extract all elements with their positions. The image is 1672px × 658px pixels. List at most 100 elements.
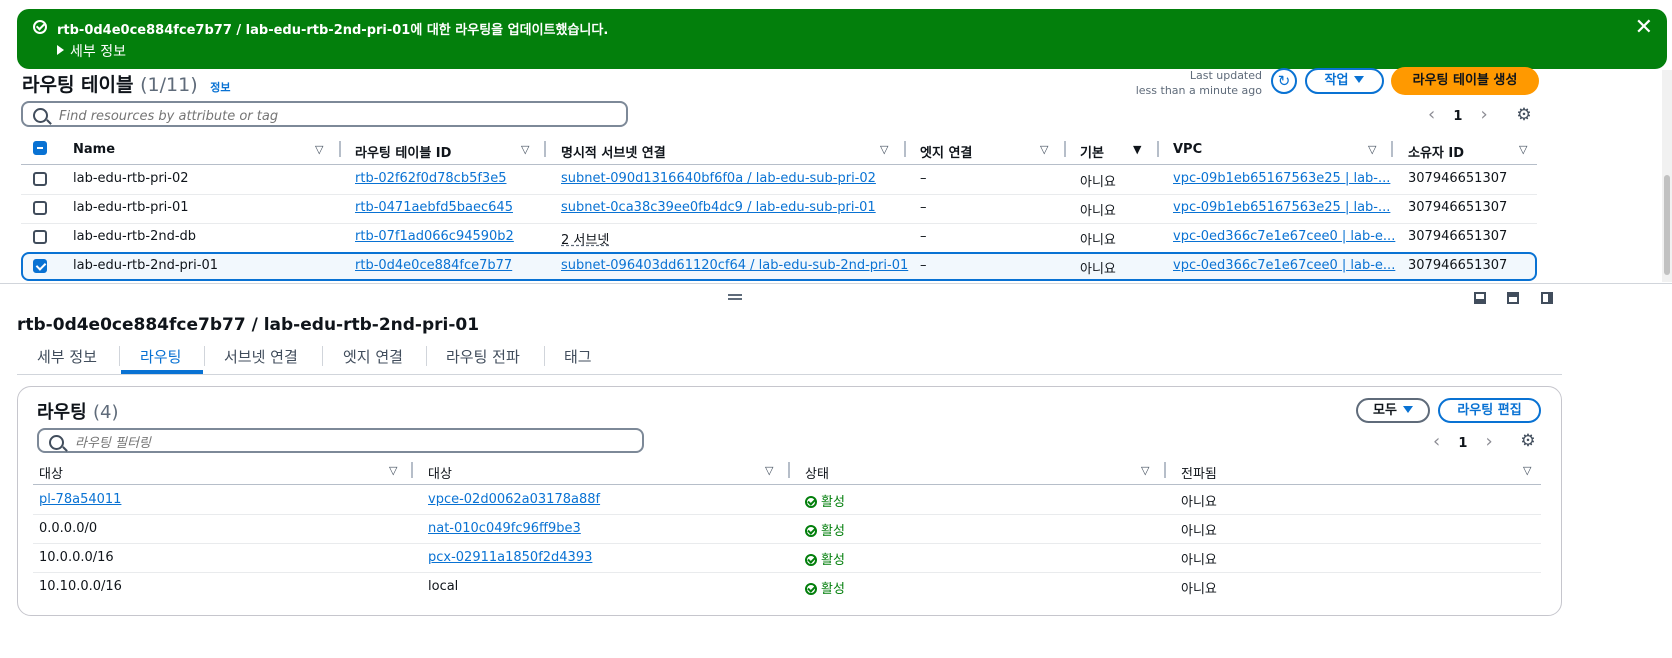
column-divider[interactable] xyxy=(411,462,413,478)
filter-all-dropdown[interactable]: 모두 xyxy=(1356,398,1430,423)
routes-pagination: ‹ 1 › xyxy=(1433,431,1493,452)
info-link[interactable]: 정보 xyxy=(210,81,230,94)
col-propagated[interactable]: 전파됨 xyxy=(1181,463,1217,482)
search-input[interactable] xyxy=(57,105,544,127)
status-badge: 활성 xyxy=(805,491,845,510)
vpc-link[interactable]: vpc-09b1eb65167563e25 | lab-... xyxy=(1173,171,1390,186)
target-link[interactable]: vpce-02d0062a03178a88f xyxy=(428,492,600,507)
route-table-id-link[interactable]: rtb-0d4e0ce884fce7b77 xyxy=(355,258,512,273)
edit-routes-button[interactable]: 라우팅 편집 xyxy=(1438,398,1541,423)
route-table-id-link[interactable]: rtb-02f62f0d78cb5f3e5 xyxy=(355,171,506,186)
next-page-icon[interactable]: › xyxy=(1481,104,1488,125)
column-divider[interactable] xyxy=(1157,141,1159,157)
route-table-id-link[interactable]: rtb-0471aebfd5baec645 xyxy=(355,200,513,215)
select-all-checkbox[interactable] xyxy=(33,141,47,155)
subnet-link[interactable]: subnet-090d1316640bf6f0a / lab-edu-sub-p… xyxy=(561,171,876,186)
column-divider[interactable] xyxy=(788,462,790,478)
page-number[interactable]: 1 xyxy=(1453,109,1462,124)
col-name[interactable]: Name xyxy=(73,142,115,157)
route-table-id-link[interactable]: rtb-07f1ad066c94590b2 xyxy=(355,229,514,244)
row-checkbox[interactable] xyxy=(33,230,47,244)
sort-icon[interactable]: ▽ xyxy=(315,143,323,156)
destination-link[interactable]: pl-78a54011 xyxy=(39,492,121,507)
row-name: lab-edu-rtb-pri-01 xyxy=(73,200,189,215)
refresh-icon[interactable]: ↻ xyxy=(1271,68,1297,94)
page-number[interactable]: 1 xyxy=(1458,436,1467,451)
destination-value: 0.0.0.0/0 xyxy=(39,521,98,536)
settings-gear-icon[interactable]: ⚙ xyxy=(1519,432,1537,450)
column-divider[interactable] xyxy=(339,141,341,157)
detail-title: rtb-0d4e0ce884fce7b77 / lab-edu-rtb-2nd-… xyxy=(17,315,480,335)
target-link[interactable]: pcx-02911a1850f2d4393 xyxy=(428,550,592,565)
sort-icon[interactable]: ▽ xyxy=(1523,464,1531,477)
column-divider[interactable] xyxy=(904,141,906,157)
sort-active-icon[interactable]: ▼ xyxy=(1133,143,1141,156)
col-route-table-id[interactable]: 라우팅 테이블 ID xyxy=(355,142,451,161)
sort-icon[interactable]: ▽ xyxy=(521,143,529,156)
panel-side-icon[interactable] xyxy=(1507,292,1519,304)
col-target[interactable]: 대상 xyxy=(428,463,452,482)
tab-tags[interactable]: 태그 xyxy=(564,346,592,367)
actions-button[interactable]: 작업 xyxy=(1305,68,1384,94)
resource-search[interactable] xyxy=(21,101,628,127)
target-link[interactable]: nat-010c049fc96ff9be3 xyxy=(428,521,581,536)
next-page-icon[interactable]: › xyxy=(1486,431,1493,452)
row-checkbox[interactable] xyxy=(33,201,47,215)
edge-value: – xyxy=(920,171,927,186)
pagination: ‹ 1 › xyxy=(1428,104,1488,125)
column-divider[interactable] xyxy=(1064,141,1066,157)
scrollbar-thumb[interactable] xyxy=(1664,175,1670,275)
vpc-link[interactable]: vpc-0ed366c7e1e67cee0 | lab-e... xyxy=(1173,258,1395,273)
sort-icon[interactable]: ▽ xyxy=(765,464,773,477)
subnet-count[interactable]: 2 서브넷 xyxy=(561,229,609,248)
propagated-value: 아니요 xyxy=(1181,553,1217,568)
propagated-value: 아니요 xyxy=(1181,524,1217,539)
sort-icon[interactable]: ▽ xyxy=(1368,143,1376,156)
active-tab-indicator xyxy=(121,370,203,374)
column-divider[interactable] xyxy=(544,141,546,157)
sort-icon[interactable]: ▽ xyxy=(1519,143,1527,156)
row-checkbox[interactable] xyxy=(33,172,47,186)
sort-icon[interactable]: ▽ xyxy=(1141,464,1149,477)
row-name: lab-edu-rtb-pri-02 xyxy=(73,171,189,186)
column-divider[interactable] xyxy=(1164,462,1166,478)
tab-details[interactable]: 세부 정보 xyxy=(37,346,97,367)
subnet-link[interactable]: subnet-0ca38c39ee0fb4dc9 / lab-edu-sub-p… xyxy=(561,200,876,215)
resize-handle-icon[interactable] xyxy=(728,294,742,300)
prev-page-icon[interactable]: ‹ xyxy=(1428,104,1435,125)
col-status[interactable]: 상태 xyxy=(805,463,829,482)
sort-icon[interactable]: ▽ xyxy=(1040,143,1048,156)
routes-count: (4) xyxy=(92,402,119,423)
col-explicit-subnet[interactable]: 명시적 서브넷 연결 xyxy=(561,142,666,161)
table-scrollbar[interactable] xyxy=(1662,70,1672,282)
routes-search[interactable] xyxy=(37,428,644,454)
row-divider xyxy=(21,194,1537,195)
tab-edge-associations[interactable]: 엣지 연결 xyxy=(343,346,403,367)
create-route-table-button[interactable]: 라우팅 테이블 생성 xyxy=(1391,67,1539,95)
col-owner-id[interactable]: 소유자 ID xyxy=(1408,142,1464,161)
tab-subnet-associations[interactable]: 서브넷 연결 xyxy=(224,346,298,367)
detail-tabs: 세부 정보 라우팅 서브넷 연결 엣지 연결 라우팅 전파 태그 xyxy=(17,342,1562,375)
col-main[interactable]: 기본 xyxy=(1080,142,1104,161)
row-checkbox[interactable] xyxy=(33,259,47,273)
tab-route-propagation[interactable]: 라우팅 전파 xyxy=(446,346,520,367)
sort-icon[interactable]: ▽ xyxy=(880,143,888,156)
status-badge: 활성 xyxy=(805,578,845,597)
col-vpc[interactable]: VPC xyxy=(1173,142,1202,157)
column-divider[interactable] xyxy=(1391,141,1393,157)
vpc-link[interactable]: vpc-09b1eb65167563e25 | lab-... xyxy=(1173,200,1390,215)
col-destination[interactable]: 대상 xyxy=(39,463,63,482)
prev-page-icon[interactable]: ‹ xyxy=(1433,431,1440,452)
flash-details-toggle[interactable]: 세부 정보 xyxy=(57,41,126,61)
sort-icon[interactable]: ▽ xyxy=(389,464,397,477)
last-updated: Last updated less than a minute ago xyxy=(1135,69,1262,97)
col-edge-association[interactable]: 엣지 연결 xyxy=(920,142,972,161)
panel-hide-icon[interactable] xyxy=(1541,292,1553,304)
close-icon[interactable]: ✕ xyxy=(1635,17,1653,39)
settings-gear-icon[interactable]: ⚙ xyxy=(1515,106,1533,124)
tab-routes[interactable]: 라우팅 xyxy=(140,346,181,367)
vpc-link[interactable]: vpc-0ed366c7e1e67cee0 | lab-e... xyxy=(1173,229,1395,244)
subnet-link[interactable]: subnet-096403dd61120cf64 / lab-edu-sub-2… xyxy=(561,258,908,273)
panel-bottom-icon[interactable] xyxy=(1474,292,1486,304)
routes-search-input[interactable] xyxy=(73,432,560,454)
